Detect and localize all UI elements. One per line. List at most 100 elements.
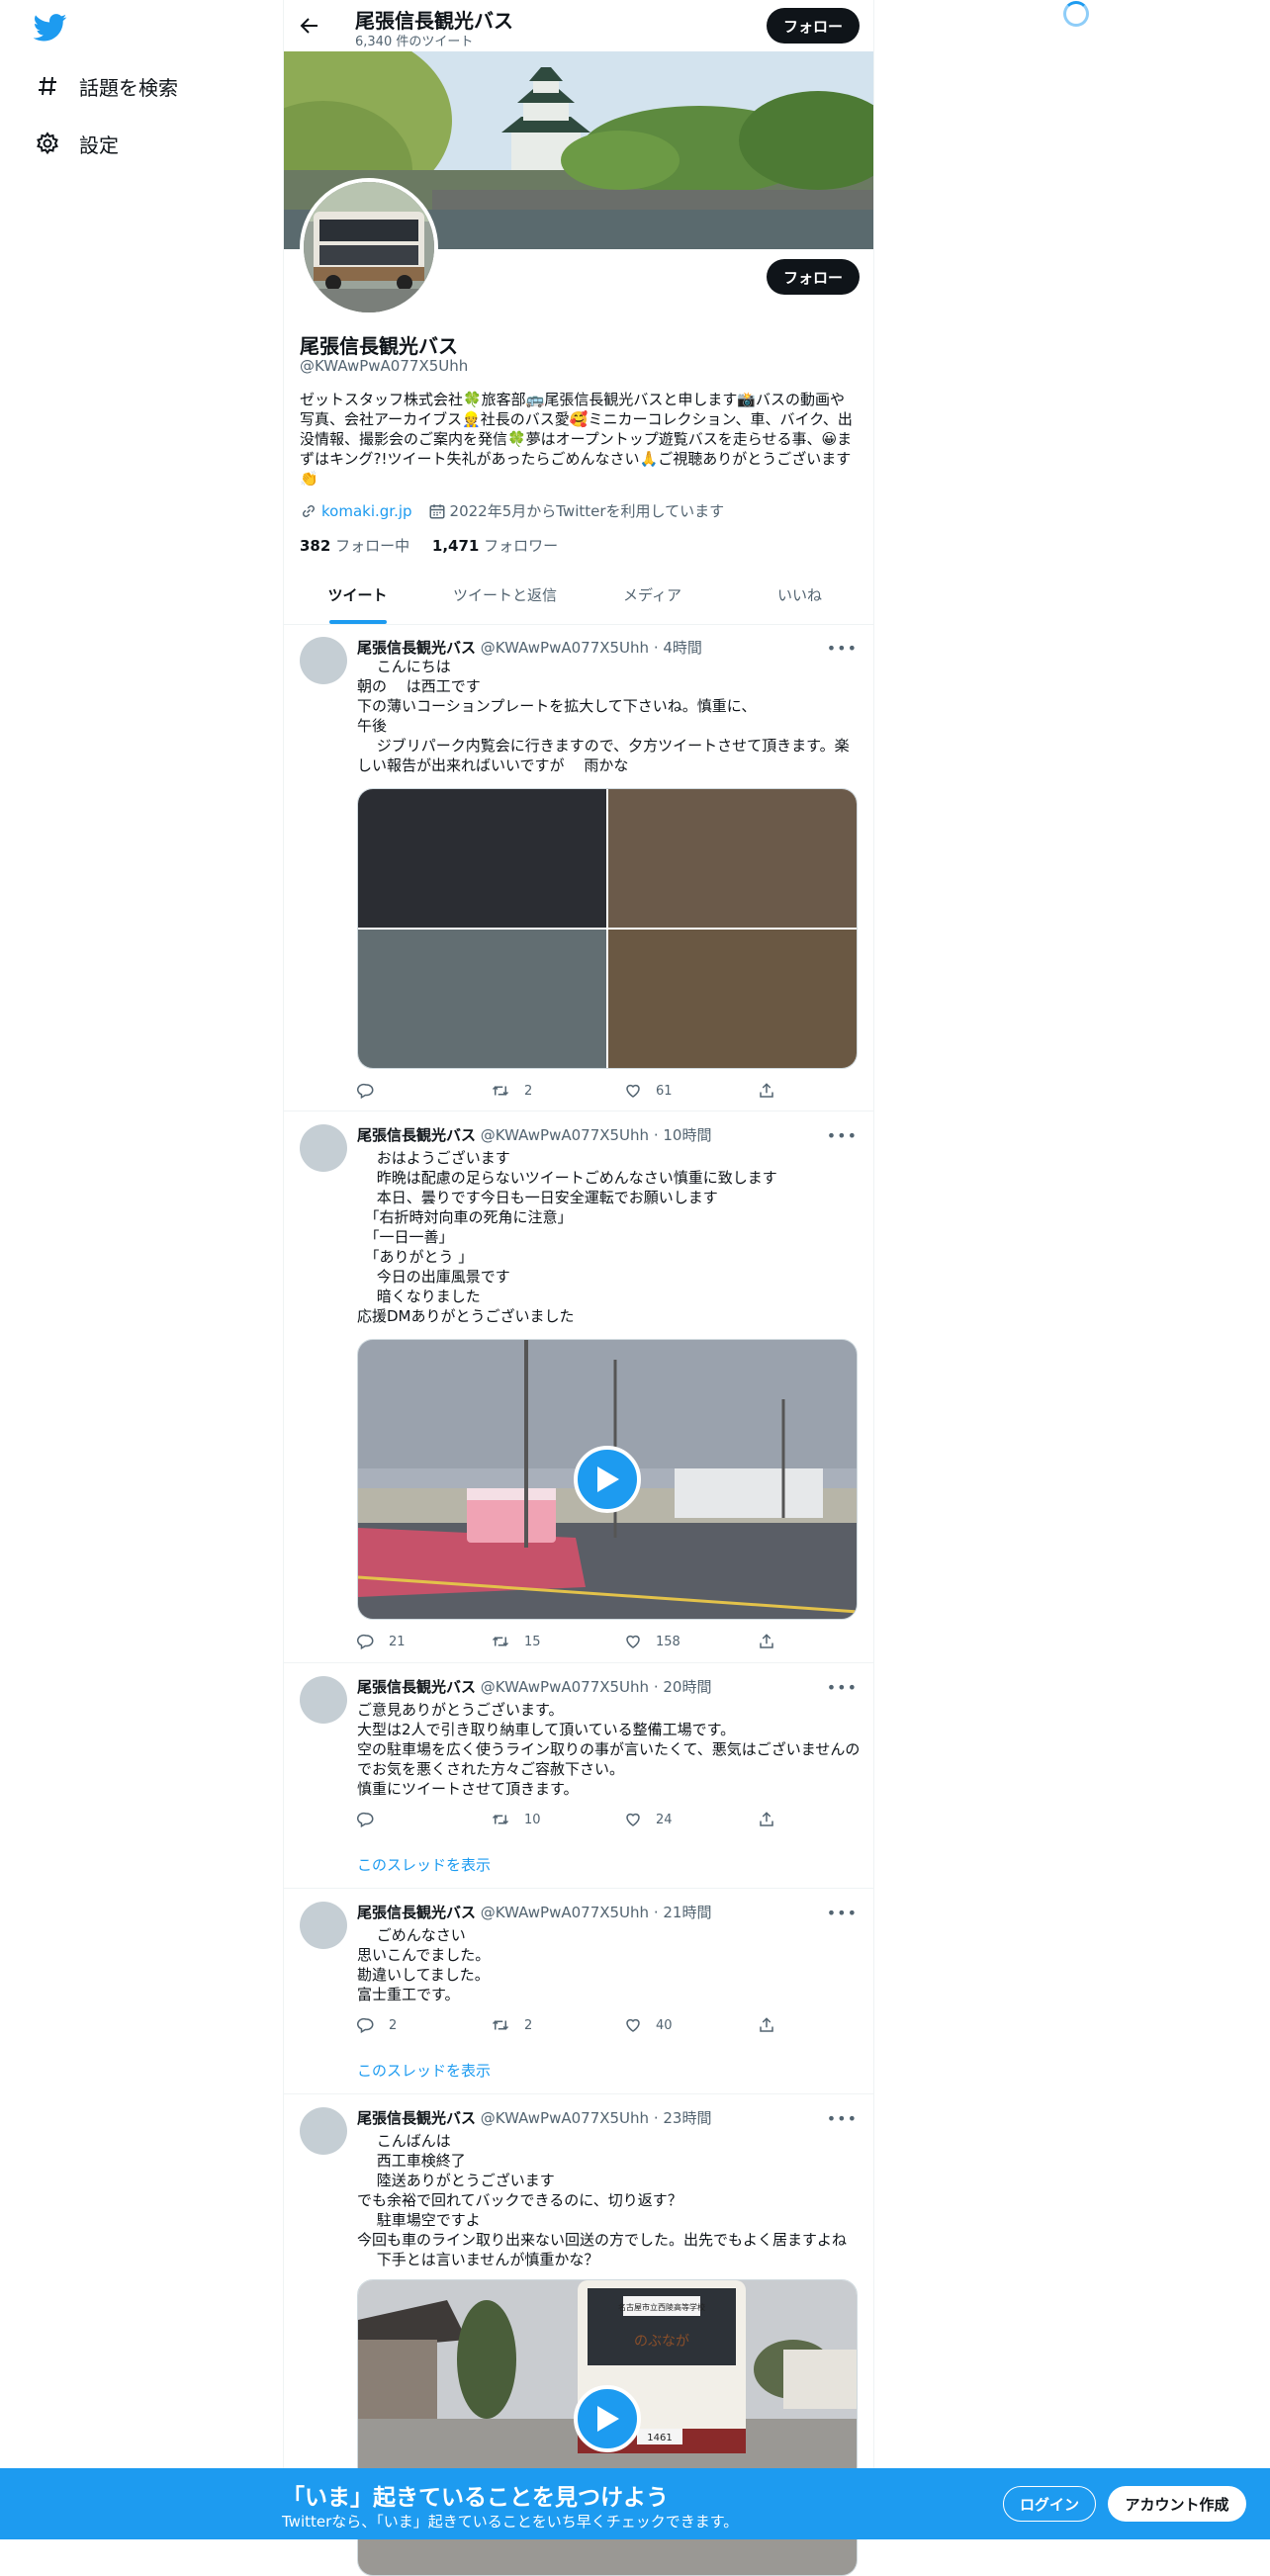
play-icon[interactable] [574, 1446, 641, 1513]
tweet-time[interactable]: 21時間 [663, 1904, 711, 1921]
reply-icon [357, 1812, 374, 1828]
tweet-photo-grid[interactable] [357, 788, 858, 1069]
avatar[interactable] [300, 178, 438, 316]
reply-count: 21 [389, 1634, 406, 1649]
tweet-author[interactable]: 尾張信長観光バス [357, 1678, 476, 1696]
more-icon[interactable]: ••• [827, 2109, 858, 2128]
tweet-author[interactable]: 尾張信長観光バス [357, 1126, 476, 1144]
tweet-photo[interactable] [358, 930, 606, 1068]
retweet-icon [492, 1815, 509, 1824]
link-icon [300, 502, 318, 520]
tweet-handle[interactable]: @KWAwPwA077X5Uhh [481, 1126, 649, 1144]
reply-icon [357, 2017, 374, 2034]
followers-link[interactable]: 1,471 フォロワー [432, 537, 558, 555]
retweet-button[interactable]: 2 [491, 2016, 624, 2034]
retweet-icon [492, 1637, 509, 1646]
like-count: 158 [656, 1634, 680, 1649]
retweet-button[interactable]: 2 [491, 1082, 624, 1100]
nav-explore[interactable]: 話題を検索 [34, 66, 178, 106]
more-icon[interactable]: ••• [827, 1126, 858, 1145]
reply-button[interactable] [357, 1082, 491, 1100]
like-button[interactable]: 61 [624, 1082, 758, 1100]
tweet-author[interactable]: 尾張信長観光バス [357, 1904, 476, 1921]
tweet-text: こんにちは 朝の は西工です 下の薄いコーションプレートを拡大して下さいね。慎重… [357, 658, 850, 774]
tweet-avatar[interactable] [300, 1902, 347, 1949]
retweet-button[interactable]: 10 [491, 1811, 624, 1828]
followers-count: 1,471 [431, 537, 480, 555]
tweet-actions: 2 2 40 [357, 2016, 792, 2034]
tweet-avatar[interactable] [300, 1124, 347, 1172]
tweet-author[interactable]: 尾張信長観光バス [357, 2109, 476, 2127]
reply-button[interactable]: 2 [357, 2016, 491, 2034]
tweet-photo[interactable] [358, 789, 606, 928]
signup-button[interactable]: アカウント作成 [1108, 2486, 1246, 2522]
tweet-handle[interactable]: @KWAwPwA077X5Uhh [481, 639, 649, 657]
reply-button[interactable] [357, 1811, 491, 1828]
bottom-bar-subtitle: Twitterなら、「いま」起きていることをいち早くチェックできます。 [282, 2513, 739, 2531]
retweet-button[interactable]: 15 [491, 1633, 624, 1650]
heart-icon [626, 1813, 640, 1826]
like-count: 61 [656, 1083, 673, 1099]
share-button[interactable] [758, 1082, 789, 1100]
profile-link[interactable]: komaki.gr.jp [321, 502, 412, 520]
tweet[interactable]: 尾張信長観光バス @KWAwPwA077X5Uhh · 21時間 ••• ごめん… [284, 1890, 873, 2094]
header-follow-button[interactable]: フォロー [767, 8, 860, 44]
tweet-author[interactable]: 尾張信長観光バス [357, 639, 476, 657]
tweet-handle[interactable]: @KWAwPwA077X5Uhh [481, 2109, 649, 2127]
tweet-handle[interactable]: @KWAwPwA077X5Uhh [481, 1678, 649, 1696]
tweet-avatar[interactable] [300, 1676, 347, 1724]
more-icon[interactable]: ••• [827, 1904, 858, 1922]
heart-icon [626, 2018, 640, 2032]
back-arrow-icon[interactable] [298, 14, 321, 38]
retweet-icon [492, 1086, 509, 1096]
play-icon[interactable] [574, 2385, 641, 2452]
nav-explore-label: 話題を検索 [79, 75, 178, 100]
tweet-time[interactable]: 20時間 [663, 1678, 711, 1696]
tab-likes[interactable]: いいね [726, 566, 873, 624]
tweet[interactable]: 尾張信長観光バス @KWAwPwA077X5Uhh · 20時間 ••• ご意見… [284, 1664, 873, 1889]
following-link[interactable]: 382 フォロー中 [300, 537, 409, 555]
profile-follow-button[interactable]: フォロー [767, 259, 860, 295]
share-icon [760, 1083, 773, 1098]
share-button[interactable] [758, 1811, 789, 1828]
more-icon[interactable]: ••• [827, 1678, 858, 1697]
like-button[interactable]: 158 [624, 1633, 758, 1650]
tweet[interactable]: 尾張信長観光バス @KWAwPwA077X5Uhh · 4時間 ••• こんにち… [284, 625, 873, 1111]
tweet-time[interactable]: 4時間 [663, 639, 702, 657]
share-button[interactable] [758, 1633, 789, 1650]
tweet-header: 尾張信長観光バス @KWAwPwA077X5Uhh · 21時間 [357, 1904, 712, 1921]
show-thread-link[interactable]: このスレッドを表示 [357, 2060, 491, 2081]
tweet-video[interactable] [357, 1339, 858, 1620]
share-button[interactable] [758, 2016, 789, 2034]
share-icon [760, 1634, 773, 1648]
tweet-avatar[interactable] [300, 637, 347, 684]
heart-icon [626, 1635, 640, 1648]
reply-icon [357, 1634, 374, 1650]
tweet[interactable]: 尾張信長観光バス @KWAwPwA077X5Uhh · 10時間 ••• おはよ… [284, 1112, 873, 1663]
tweet-time[interactable]: 23時間 [663, 2109, 711, 2127]
reply-count: 2 [389, 2017, 398, 2033]
like-button[interactable]: 24 [624, 1811, 758, 1828]
followers-label: フォロワー [484, 537, 559, 555]
tab-tweets-and-replies[interactable]: ツイートと返信 [431, 566, 579, 624]
tweet-avatar[interactable] [300, 2107, 347, 2155]
tweet-text: ご意見ありがとうございます。 大型は2人で引き取り納車して頂いている整備工場です… [357, 1701, 861, 1798]
tab-tweets[interactable]: ツイート [284, 566, 431, 624]
more-icon[interactable]: ••• [827, 639, 858, 658]
tweet-handle[interactable]: @KWAwPwA077X5Uhh [481, 1904, 649, 1921]
nav-settings[interactable]: 設定 [34, 124, 119, 163]
gear-icon [34, 130, 61, 157]
tweet-text: ごめんなさい 思いこんでました。 勘違いしてました。 富士重工です。 [357, 1926, 491, 2003]
tab-media[interactable]: メディア [579, 566, 726, 624]
show-thread-link[interactable]: このスレッドを表示 [357, 1854, 491, 1875]
tweet-actions: 10 24 [357, 1811, 792, 1828]
header-title: 尾張信長観光バス [355, 9, 513, 33]
tweet-photo[interactable] [608, 930, 857, 1068]
like-button[interactable]: 40 [624, 2016, 758, 2034]
login-button[interactable]: ログイン [1003, 2486, 1096, 2522]
video-sign-text: 名古屋市立西陵高等学校 [618, 2302, 705, 2312]
reply-button[interactable]: 21 [357, 1633, 491, 1650]
tweet-photo[interactable] [608, 789, 857, 928]
tweet-time[interactable]: 10時間 [663, 1126, 711, 1144]
twitter-logo-icon[interactable] [33, 14, 67, 42]
